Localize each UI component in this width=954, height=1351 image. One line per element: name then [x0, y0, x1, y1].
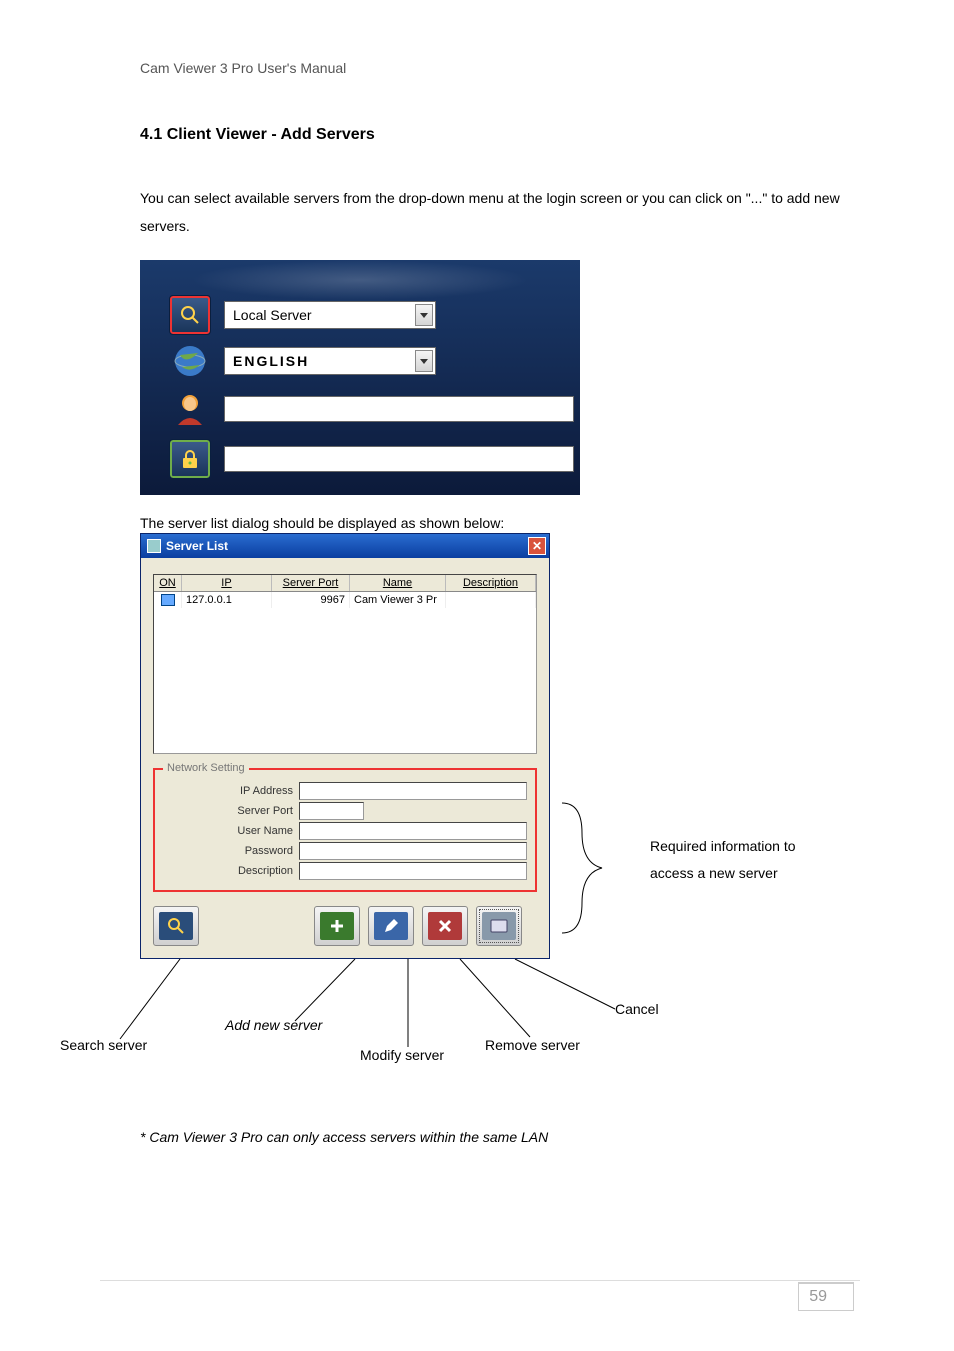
language-dropdown-value: ENGLISH: [233, 353, 309, 369]
table-row[interactable]: 127.0.0.1 9967 Cam Viewer 3 Pr: [154, 592, 536, 608]
x-icon: [428, 912, 462, 940]
col-desc[interactable]: Description: [446, 575, 536, 591]
server-dropdown-value: Local Server: [233, 307, 312, 323]
close-icon[interactable]: ✕: [528, 537, 546, 555]
user-icon: [170, 390, 210, 428]
remove-server-button[interactable]: [422, 906, 468, 946]
annotation-add-server: Add new server: [225, 1017, 322, 1033]
intro-paragraph: You can select available servers from th…: [140, 184, 854, 240]
server-dropdown[interactable]: Local Server: [224, 301, 436, 329]
group-legend: Network Setting: [163, 762, 249, 774]
input-port[interactable]: [299, 802, 364, 820]
annotation-search-server: Search server: [60, 1037, 147, 1053]
search-server-button[interactable]: [153, 906, 199, 946]
login-panel: Local Server ENGLISH: [140, 260, 580, 495]
dialog-titlebar: Server List ✕: [141, 534, 549, 558]
username-input[interactable]: [224, 396, 574, 422]
brace-icon: [552, 798, 642, 938]
network-setting-group: Network Setting IP Address Server Port U…: [153, 768, 537, 892]
search-icon: [159, 912, 193, 940]
label-desc: Description: [163, 865, 293, 877]
col-on[interactable]: ON: [154, 575, 182, 591]
server-list-dialog: Server List ✕ ON IP Server Port Name Des…: [140, 533, 550, 959]
chevron-down-icon[interactable]: [415, 304, 433, 326]
globe-icon: [170, 342, 210, 380]
cancel-icon: [482, 912, 516, 940]
monitor-icon: [161, 594, 175, 606]
language-dropdown[interactable]: ENGLISH: [224, 347, 436, 375]
server-table[interactable]: ON IP Server Port Name Description 127.0…: [153, 574, 537, 754]
modify-server-button[interactable]: [368, 906, 414, 946]
input-user[interactable]: [299, 822, 527, 840]
chevron-down-icon[interactable]: [415, 350, 433, 372]
row-name: Cam Viewer 3 Pr: [350, 592, 446, 608]
label-port: Server Port: [163, 805, 293, 817]
section-title: 4.1 Client Viewer - Add Servers: [140, 126, 854, 144]
page-number: 59: [798, 1282, 854, 1311]
footnote: * Cam Viewer 3 Pro can only access serve…: [140, 1129, 854, 1145]
row-desc: [446, 592, 536, 608]
row-ip: 127.0.0.1: [182, 592, 272, 608]
annotation-remove-server: Remove server: [485, 1037, 580, 1053]
col-name[interactable]: Name: [350, 575, 446, 591]
doc-header: Cam Viewer 3 Pro User's Manual: [140, 60, 854, 76]
label-ip: IP Address: [163, 785, 293, 797]
add-server-button[interactable]: [314, 906, 360, 946]
lock-icon: [170, 440, 210, 478]
dialog-title: Server List: [166, 539, 228, 553]
annotation-cancel: Cancel: [615, 1001, 659, 1017]
annotation-modify-server: Modify server: [360, 1047, 444, 1063]
col-ip[interactable]: IP: [182, 575, 272, 591]
cancel-button[interactable]: [476, 906, 522, 946]
input-ip[interactable]: [299, 782, 527, 800]
label-pass: Password: [163, 845, 293, 857]
input-desc[interactable]: [299, 862, 527, 880]
row-port: 9967: [272, 592, 350, 608]
dialog-title-icon: [147, 539, 161, 553]
col-port[interactable]: Server Port: [272, 575, 350, 591]
pencil-icon: [374, 912, 408, 940]
search-server-icon-login[interactable]: [170, 296, 210, 334]
password-input[interactable]: [224, 446, 574, 472]
annotation-required-info: Required information to access a new ser…: [650, 833, 840, 886]
plus-icon: [320, 912, 354, 940]
caption-server-list: The server list dialog should be display…: [140, 515, 854, 531]
input-pass[interactable]: [299, 842, 527, 860]
label-user: User Name: [163, 825, 293, 837]
